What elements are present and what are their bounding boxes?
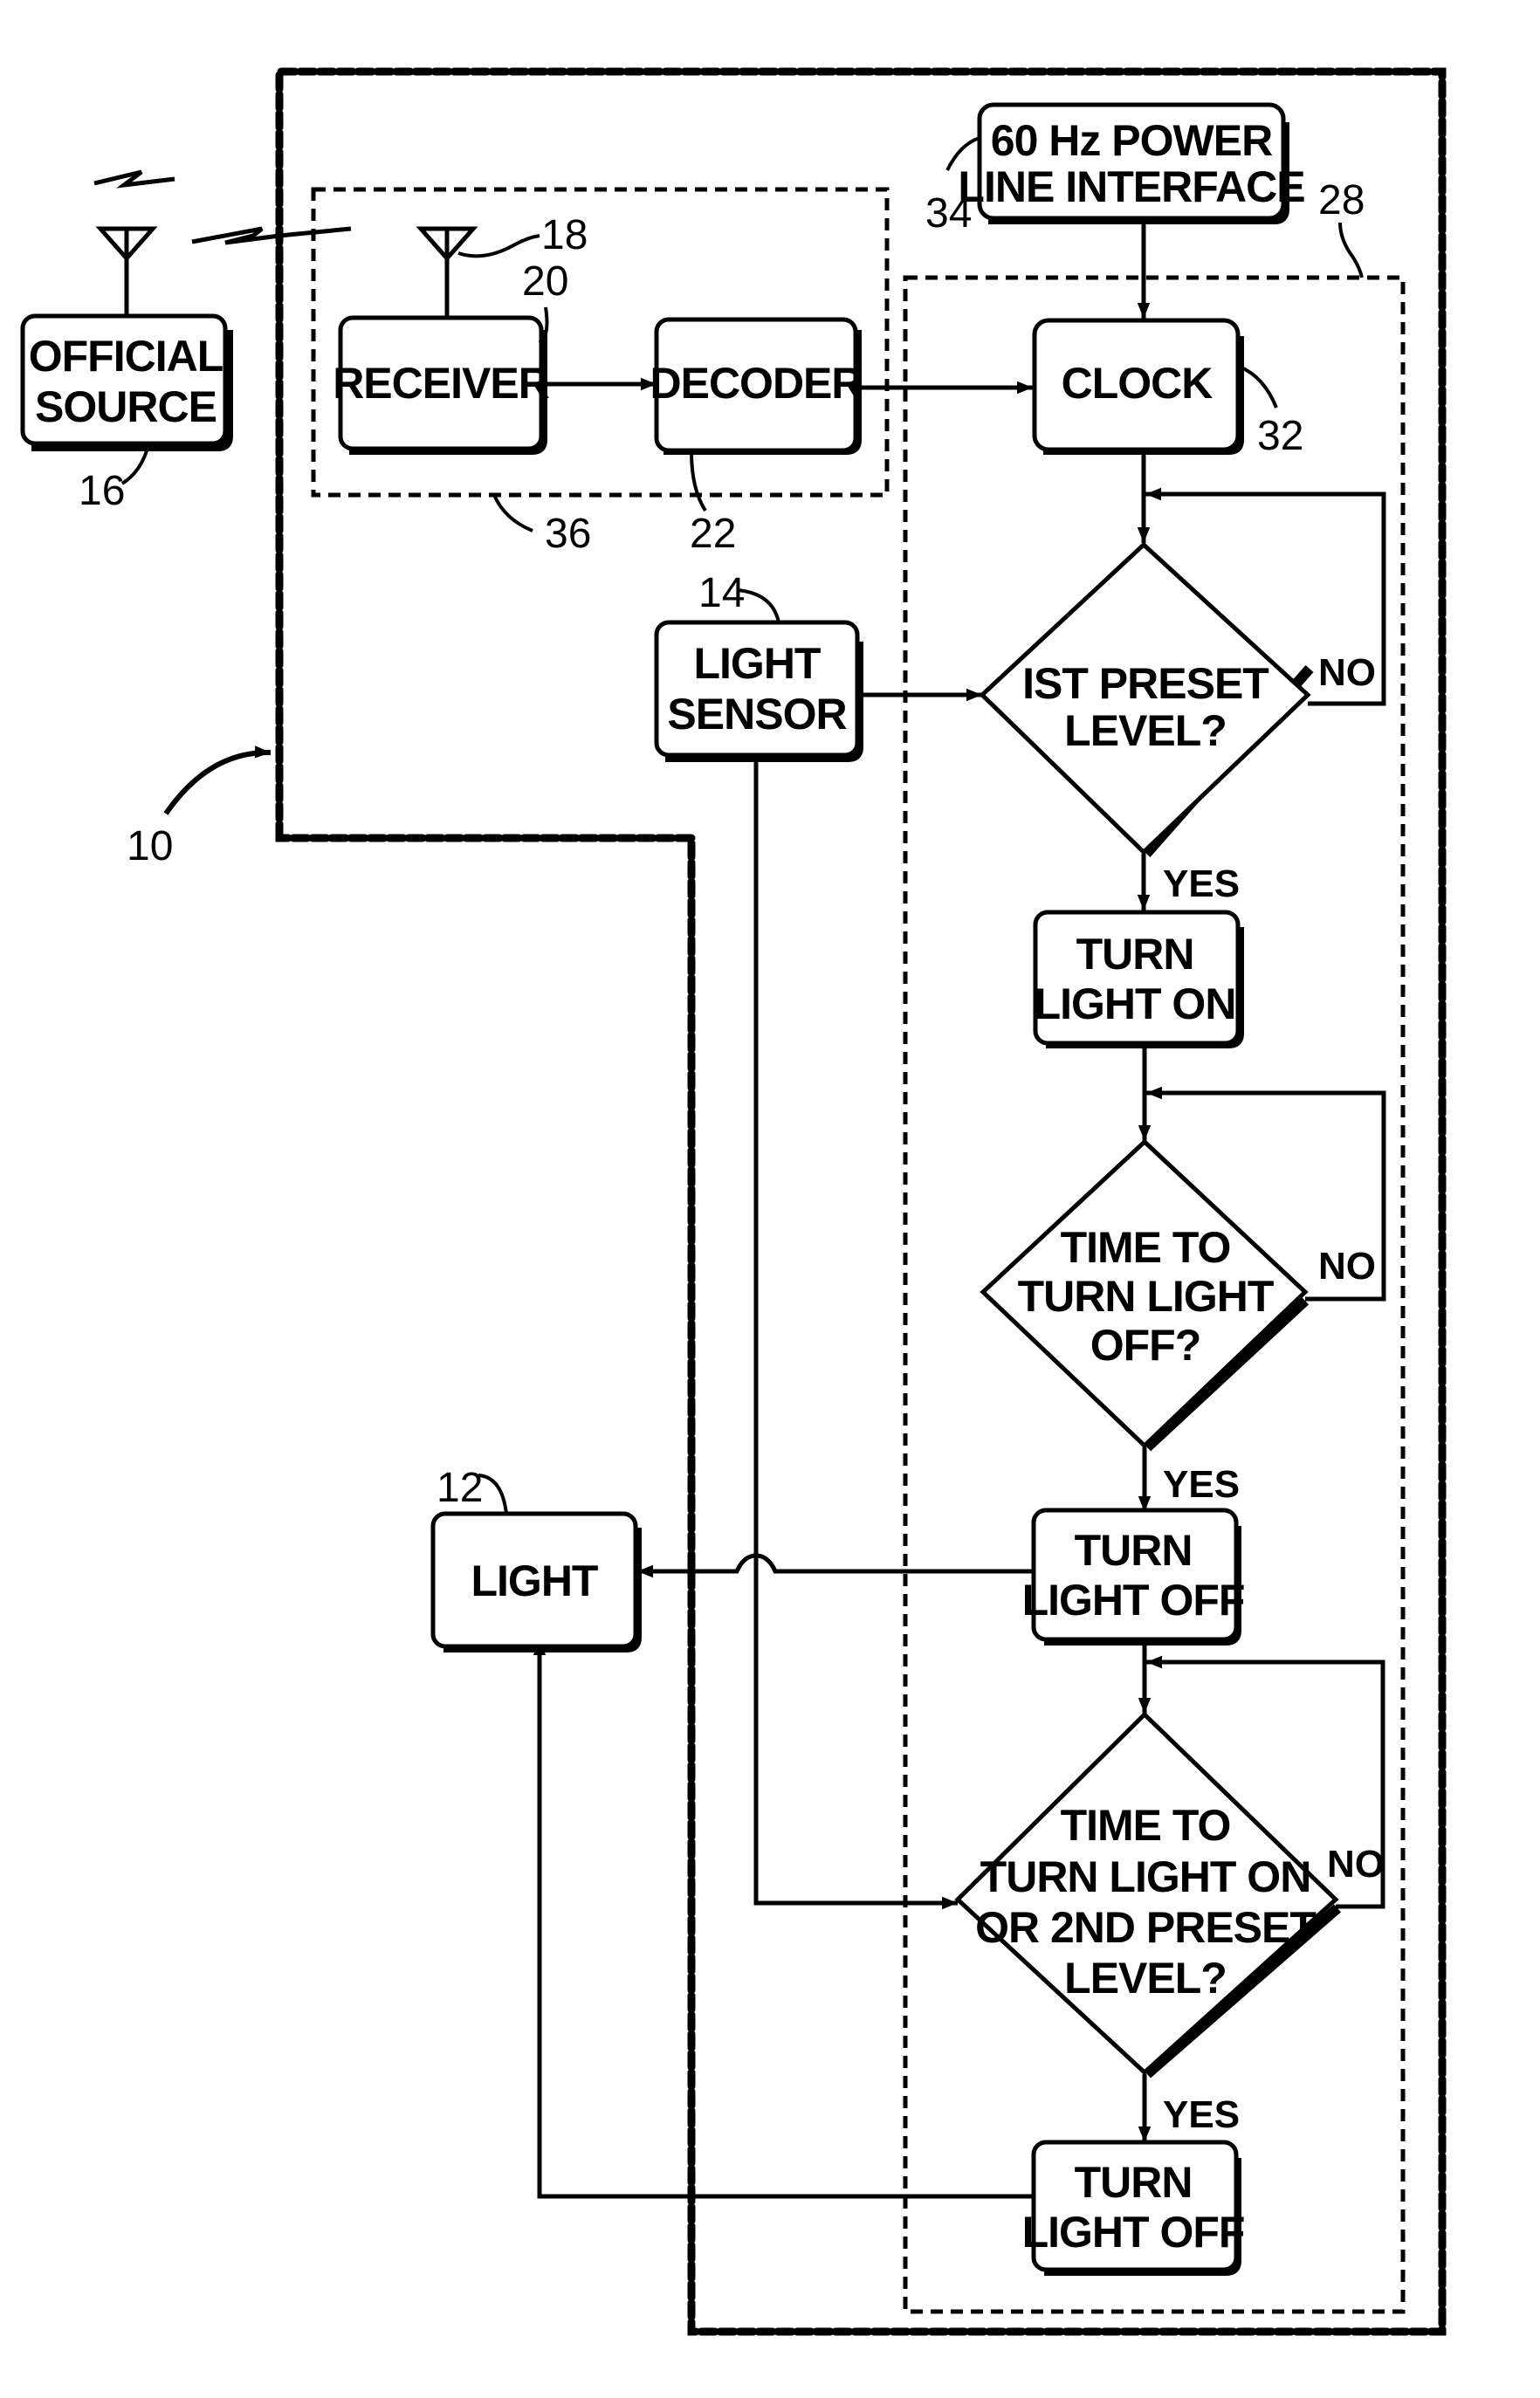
wireless-link-icon bbox=[93, 169, 175, 189]
ref-14: 14 bbox=[698, 570, 745, 616]
time-on-line1: TIME TO bbox=[1061, 1801, 1231, 1850]
turn-off-2-line1: TURN bbox=[1075, 2158, 1193, 2207]
turn-light-on-block: TURN LIGHT ON bbox=[1033, 910, 1244, 1048]
preset1-yes-label: YES bbox=[1163, 862, 1240, 905]
ref-22: 22 bbox=[690, 511, 736, 557]
preset1-line2: LEVEL? bbox=[1064, 706, 1227, 755]
clock-block: CLOCK bbox=[1032, 318, 1244, 455]
ref-18: 18 bbox=[541, 212, 588, 258]
receiver-block: RECEIVER bbox=[333, 315, 551, 455]
turn-on-line1: TURN bbox=[1076, 930, 1194, 979]
ref-12: 12 bbox=[437, 1465, 483, 1511]
power-line-line1: 60 Hz POWER bbox=[991, 116, 1273, 165]
time-off-no-label: NO bbox=[1318, 1245, 1376, 1288]
time-off-line1: TIME TO bbox=[1061, 1223, 1231, 1272]
turn-off-2-line2: LIGHT OFF bbox=[1022, 2208, 1245, 2257]
ref-10-pointer bbox=[163, 746, 272, 815]
clock-label: CLOCK bbox=[1062, 359, 1213, 408]
arrow-turnoff2-to-light bbox=[533, 1639, 1034, 2199]
light-sensor-line2: SENSOR bbox=[667, 690, 847, 739]
light-block: LIGHT bbox=[430, 1511, 642, 1652]
light-sensor-line1: LIGHT bbox=[694, 639, 821, 688]
time-off-line2: TURN LIGHT bbox=[1018, 1272, 1274, 1321]
decision-time-on: TIME TO TURN LIGHT ON OR 2ND PRESET LEVE… bbox=[954, 1711, 1341, 2078]
time-off-yes-label: YES bbox=[1163, 1463, 1240, 1506]
light-label: LIGHT bbox=[471, 1556, 598, 1605]
preset1-no-label: NO bbox=[1318, 651, 1376, 694]
light-sensor-block: LIGHT SENSOR bbox=[654, 620, 863, 762]
power-line-line2: LINE INTERFACE bbox=[958, 162, 1304, 211]
time-on-no-label: NO bbox=[1327, 1843, 1385, 1886]
turn-off-1-line2: LIGHT OFF bbox=[1022, 1576, 1245, 1625]
preset1-line1: IST PRESET bbox=[1022, 659, 1268, 708]
antenna-icon bbox=[95, 226, 158, 316]
decoder-label: DECODER bbox=[650, 359, 863, 408]
ref-34: 34 bbox=[925, 190, 972, 237]
ref-10: 10 bbox=[127, 823, 173, 869]
official-source-line2: SOURCE bbox=[35, 382, 217, 431]
time-off-line3: OFF? bbox=[1090, 1321, 1201, 1370]
turn-on-line2: LIGHT ON bbox=[1035, 979, 1236, 1028]
time-on-yes-label: YES bbox=[1163, 2093, 1240, 2136]
decoder-block: DECODER bbox=[650, 317, 863, 455]
receiver-antenna-icon bbox=[416, 226, 478, 318]
turn-light-off-block-1: TURN LIGHT OFF bbox=[1022, 1508, 1245, 1646]
power-line-interface-block: 60 Hz POWER LINE INTERFACE bbox=[958, 102, 1306, 224]
time-on-line4: LEVEL? bbox=[1064, 1954, 1227, 2003]
ref-16: 16 bbox=[79, 468, 125, 514]
arrow-turnoff1-to-light bbox=[637, 1553, 1034, 1578]
official-source-block: OFFICIAL SOURCE bbox=[20, 313, 233, 451]
turn-off-1-line1: TURN bbox=[1075, 1526, 1193, 1575]
ref-36: 36 bbox=[545, 511, 591, 557]
ref-20: 20 bbox=[522, 258, 568, 305]
decision-time-off: TIME TO TURN LIGHT OFF? bbox=[980, 1138, 1310, 1452]
turn-light-off-block-2: TURN LIGHT OFF bbox=[1022, 2140, 1245, 2276]
ref-32: 32 bbox=[1257, 413, 1303, 459]
official-source-line1: OFFICIAL bbox=[29, 332, 223, 381]
time-on-line3: OR 2ND PRESET bbox=[975, 1903, 1316, 1952]
ref-28: 28 bbox=[1318, 177, 1365, 223]
decision-preset1: IST PRESET LEVEL? bbox=[979, 541, 1314, 857]
time-on-line2: TURN LIGHT ON bbox=[980, 1852, 1311, 1901]
arrow-sensor-to-timeon bbox=[753, 758, 958, 1910]
receiver-label: RECEIVER bbox=[333, 359, 550, 408]
flowchart-diagram: OFFICIAL SOURCE 16 RECEIVER 18 20 DECODE… bbox=[20, 67, 1447, 2336]
